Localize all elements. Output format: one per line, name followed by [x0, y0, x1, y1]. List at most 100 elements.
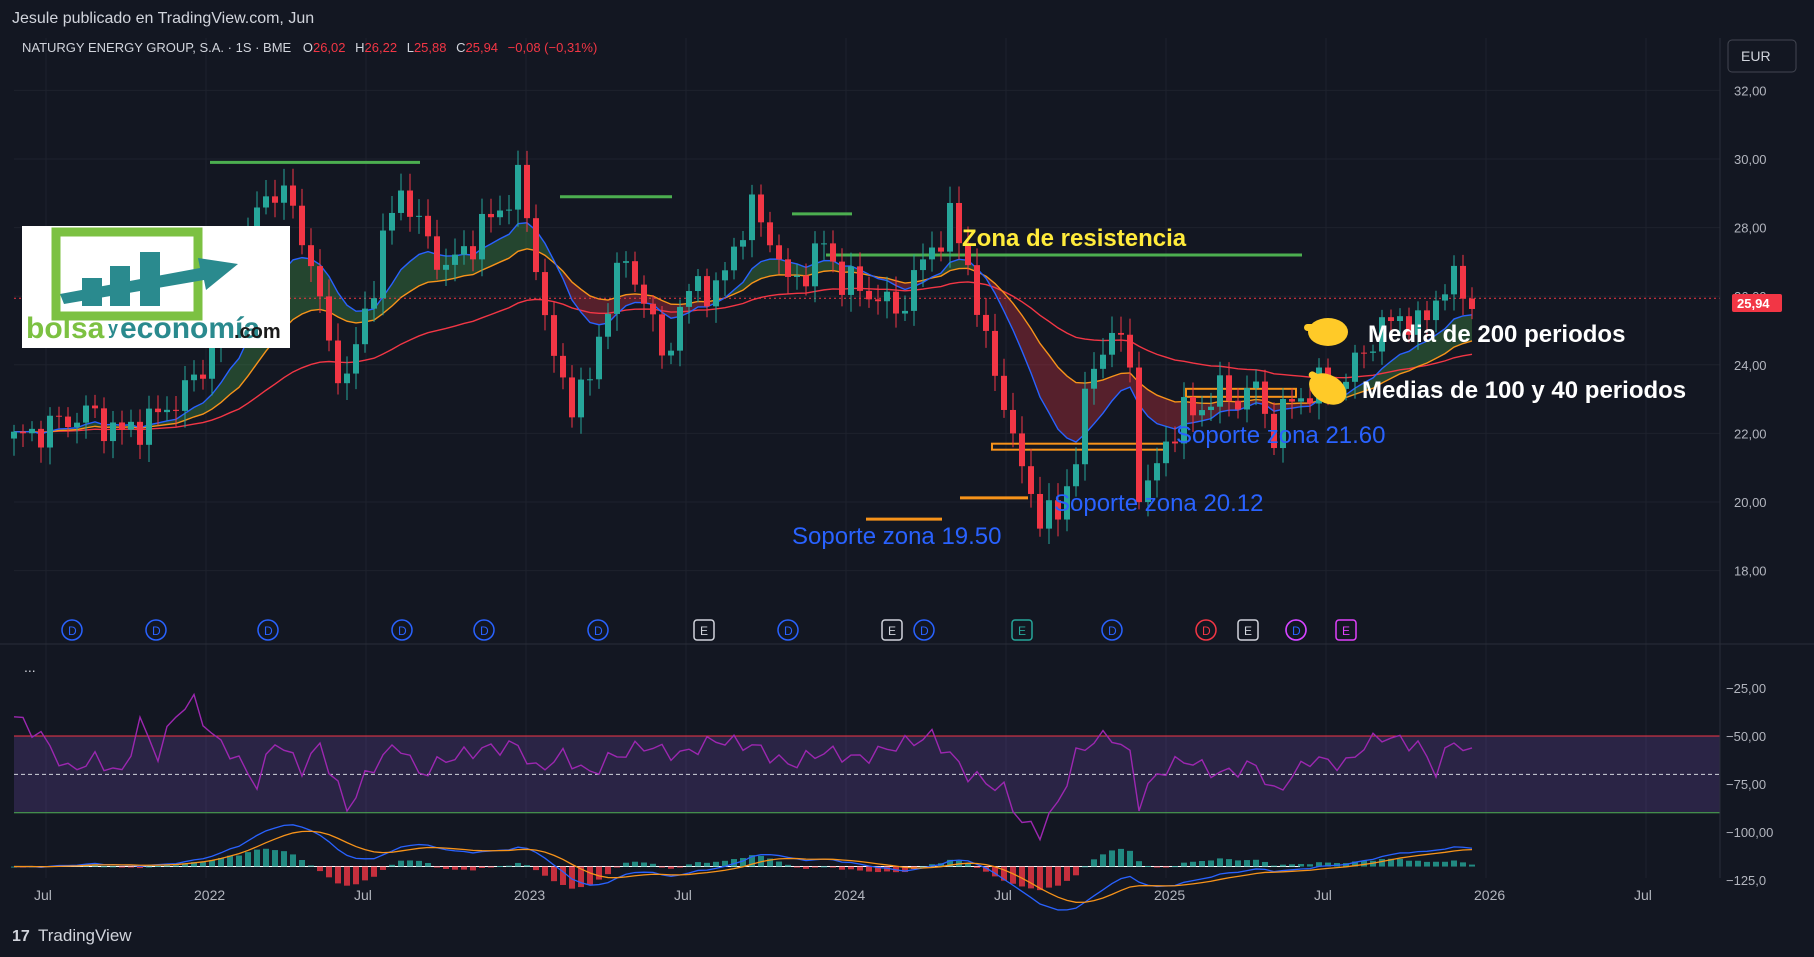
- close-label: C: [456, 40, 465, 55]
- macd-histogram-bar: [362, 866, 368, 881]
- candle-body: [578, 379, 584, 418]
- time-tick-label: 2023: [514, 887, 545, 903]
- candle-body: [1019, 433, 1025, 467]
- event-label: E: [1342, 624, 1350, 638]
- candle-body: [587, 379, 593, 381]
- candle-body: [1199, 410, 1205, 416]
- candle-body: [524, 164, 530, 219]
- change-value: −0,08 (−0,31%): [508, 40, 598, 55]
- candle-body: [1424, 310, 1430, 321]
- macd-histogram-bar: [1217, 858, 1223, 867]
- candle-body: [1262, 381, 1268, 414]
- macd-histogram-bar: [866, 866, 872, 872]
- time-tick-label: 2025: [1154, 887, 1185, 903]
- footer-bar: 17 TradingView: [0, 914, 1814, 957]
- tradingview-logo-icon[interactable]: 17: [12, 928, 30, 946]
- macd-histogram-bar: [1100, 854, 1106, 867]
- macd-histogram-bar: [245, 852, 251, 867]
- macd-histogram-bar: [605, 866, 611, 875]
- candle-body: [191, 374, 197, 381]
- candle-body: [434, 236, 440, 270]
- last-price: 25,94: [1737, 296, 1770, 311]
- macd-histogram-bar: [1298, 863, 1304, 867]
- event-label: D: [1292, 624, 1301, 638]
- candle-body: [659, 314, 665, 356]
- candle-body: [506, 209, 512, 211]
- macd-histogram-bar: [470, 866, 476, 871]
- time-tick-label: Jul: [994, 887, 1012, 903]
- macd-histogram-bar: [1208, 860, 1214, 867]
- candle-body: [1208, 406, 1214, 411]
- high-value: 26,22: [365, 40, 398, 55]
- currency-label[interactable]: EUR: [1741, 48, 1771, 64]
- macd-histogram-bar: [1271, 865, 1277, 867]
- macd-histogram-bar: [659, 866, 665, 868]
- event-label: D: [68, 624, 77, 638]
- logo-text-b: y: [108, 318, 118, 338]
- macd-histogram-bar: [281, 851, 287, 867]
- macd-histogram-bar: [1397, 858, 1403, 867]
- macd-histogram-bar: [425, 862, 431, 867]
- candle-body: [308, 245, 314, 267]
- macd-histogram-bar: [380, 866, 386, 870]
- macd-histogram-bar: [1433, 861, 1439, 867]
- candle-body: [398, 190, 404, 213]
- macd-histogram-bar: [497, 866, 503, 868]
- candle-body: [1289, 399, 1295, 402]
- candle-body: [938, 247, 944, 252]
- candle-body: [731, 246, 737, 271]
- macd-histogram-bar: [155, 865, 161, 867]
- chart[interactable]: DDDDDDEDEDEDDEDE 32,0030,0028,0026,0024,…: [0, 38, 1814, 914]
- bolsayeconomia-logo: bolsa y economía .com: [22, 226, 290, 348]
- macd-histogram-bar: [821, 866, 827, 868]
- publisher-text: Jesule publicado en TradingView.com, Jun: [12, 10, 315, 27]
- footer-brand[interactable]: TradingView: [38, 926, 132, 946]
- macd-histogram-bar: [1082, 866, 1088, 868]
- symbol-name[interactable]: NATURGY ENERGY GROUP, S.A. · 1S · BME: [22, 40, 292, 55]
- macd-histogram-bar: [1145, 865, 1151, 867]
- candle-body: [623, 261, 629, 263]
- candle-body: [677, 306, 683, 351]
- macd-histogram-bar: [353, 866, 359, 885]
- currency-button[interactable]: EUR: [1727, 39, 1797, 73]
- event-label: E: [1244, 624, 1252, 638]
- high-label: H: [355, 40, 364, 55]
- logo-text-d: .com: [234, 321, 281, 343]
- candle-body: [794, 275, 800, 277]
- macd-histogram-bar: [1199, 860, 1205, 867]
- macd-histogram-bar: [1172, 866, 1178, 868]
- candle-body: [1136, 367, 1142, 503]
- candle-body: [812, 243, 818, 287]
- candle-body: [821, 243, 827, 245]
- candle-body: [641, 284, 647, 304]
- candle-body: [182, 380, 188, 411]
- more-indicator-button[interactable]: ...: [24, 659, 36, 675]
- macd-histogram-bar: [119, 866, 125, 868]
- candle-body: [353, 344, 359, 374]
- event-label: D: [784, 624, 793, 638]
- macd-histogram-bar: [452, 866, 458, 870]
- macd-histogram-bar: [1379, 859, 1385, 867]
- candle-body: [92, 405, 98, 409]
- candle-body: [884, 291, 890, 302]
- candle-body: [101, 408, 107, 442]
- macd-histogram-bar: [1163, 866, 1169, 868]
- time-tick-label: 2022: [194, 887, 225, 903]
- macd-histogram-bar: [1028, 866, 1034, 889]
- macd-histogram-bar: [1424, 861, 1430, 867]
- support-2160-annotation: Soporte zona 21.60: [1176, 422, 1386, 449]
- candle-body: [1163, 441, 1169, 464]
- macd-histogram-bar: [1442, 861, 1448, 867]
- candle-body: [1028, 466, 1034, 494]
- candle-body: [1109, 332, 1115, 355]
- candle-body: [1370, 351, 1376, 353]
- macd-histogram-bar: [839, 866, 845, 870]
- candle-body: [299, 205, 305, 246]
- macd-histogram-bar: [587, 866, 593, 885]
- event-label: D: [920, 624, 929, 638]
- macd-histogram-bar: [524, 865, 530, 867]
- macd-histogram-bar: [1127, 850, 1133, 867]
- macd-histogram-bar: [1091, 859, 1097, 867]
- candle-body: [119, 422, 125, 430]
- candle-body: [1190, 397, 1196, 416]
